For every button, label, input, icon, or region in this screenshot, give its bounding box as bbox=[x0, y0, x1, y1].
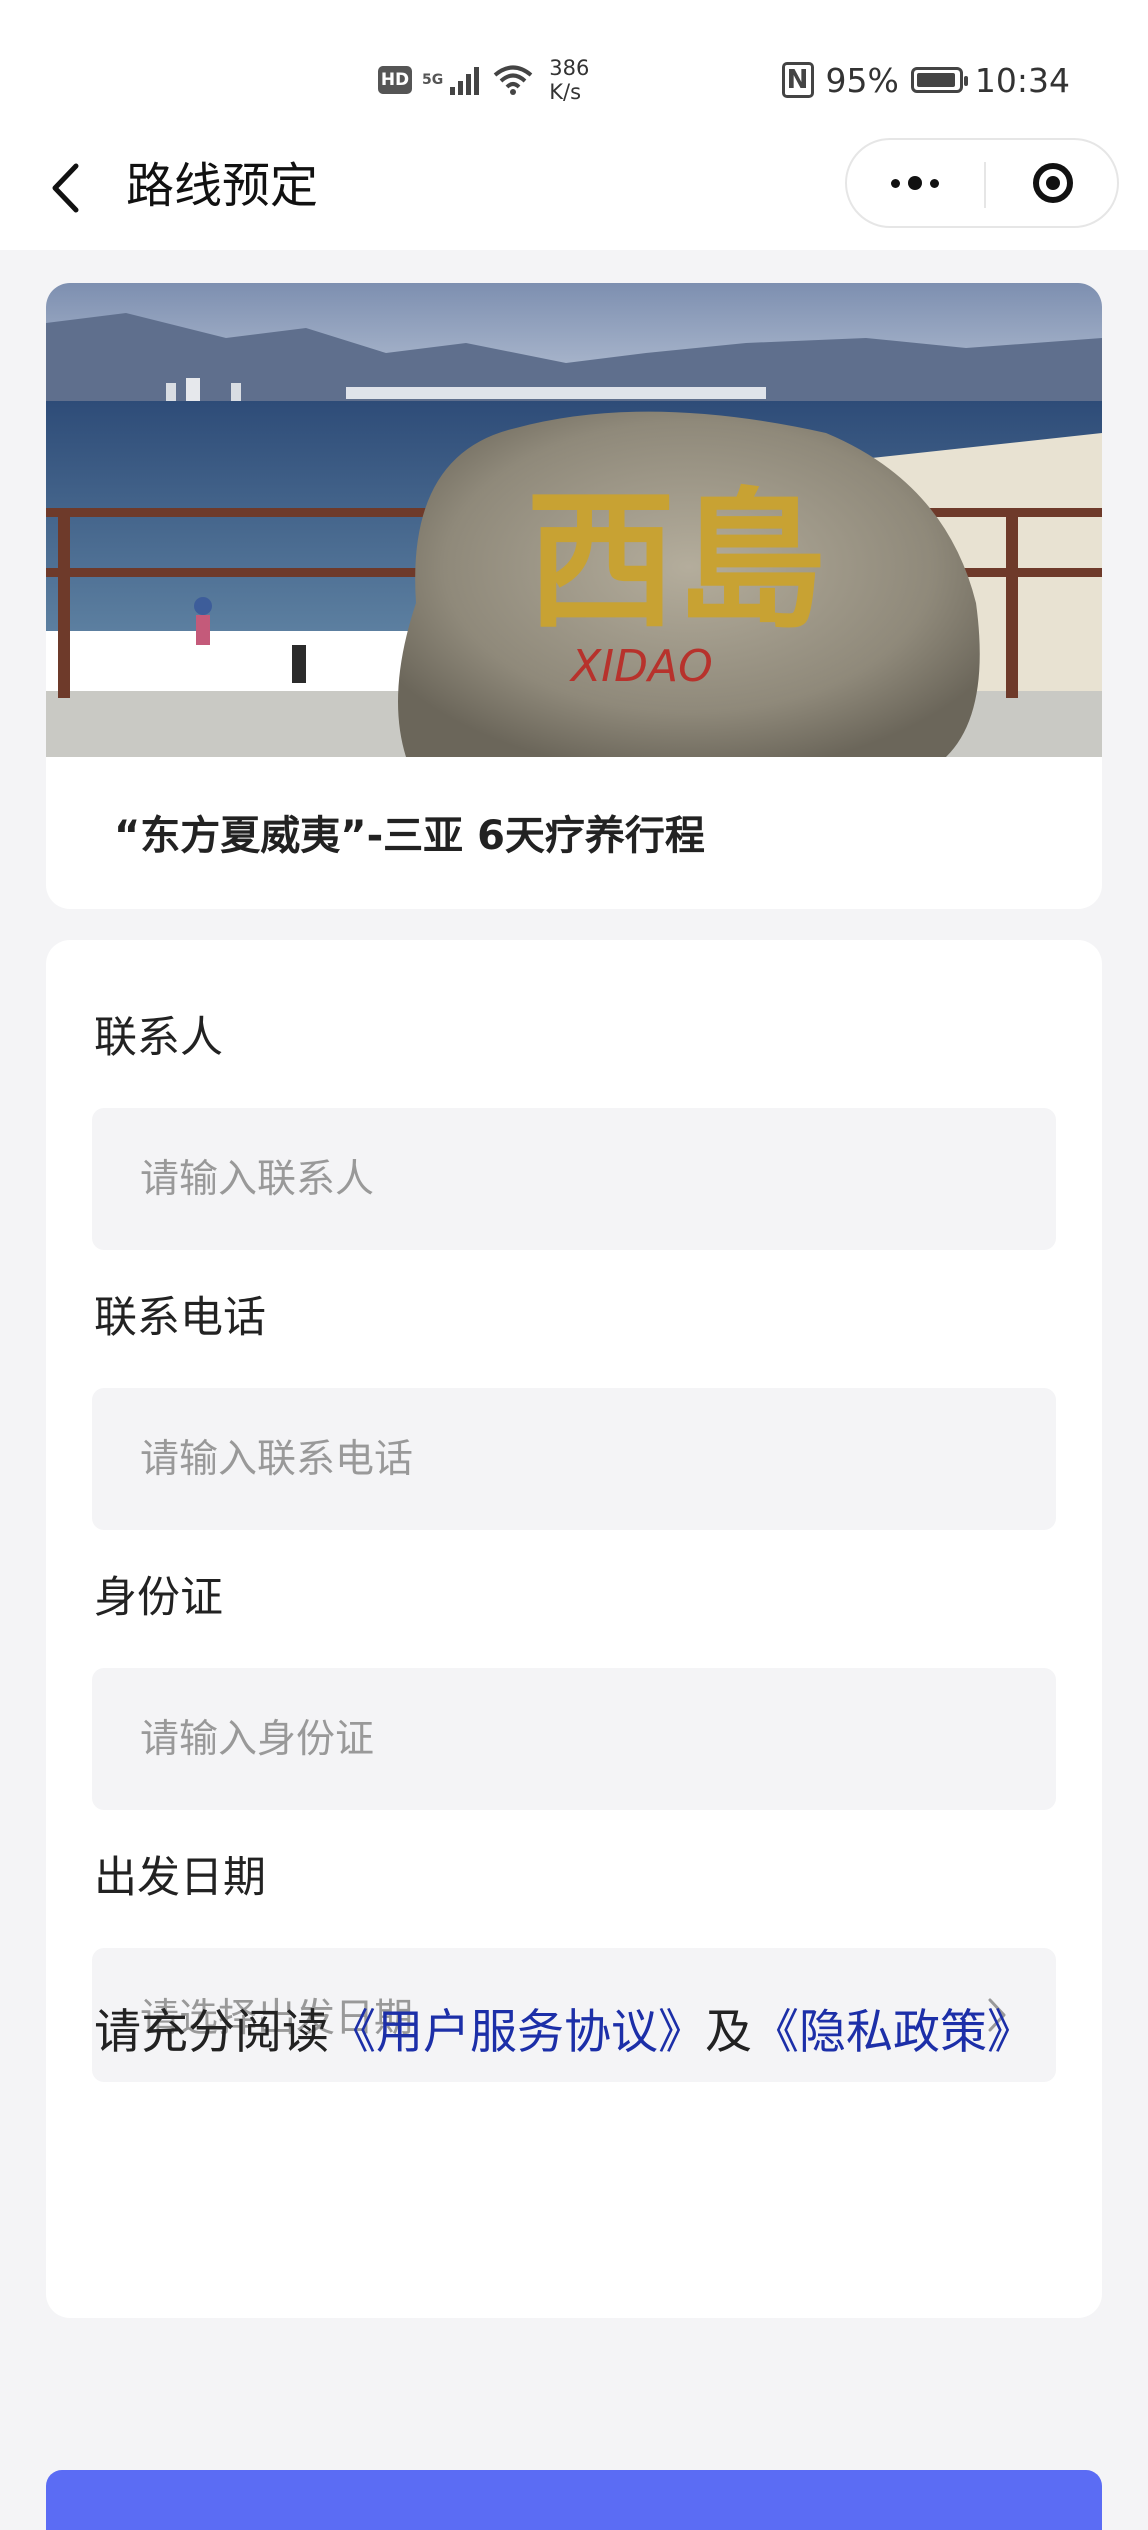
agreement-prefix: 请充分阅读 bbox=[94, 2005, 329, 2060]
more-dots-icon bbox=[891, 178, 900, 188]
nav-bar: 路线预定 bbox=[0, 138, 1148, 250]
mini-program-capsule bbox=[845, 138, 1119, 228]
target-circle-icon bbox=[1032, 163, 1073, 203]
more-button[interactable] bbox=[847, 140, 983, 226]
close-button[interactable] bbox=[986, 140, 1119, 226]
hd-badge: HD bbox=[378, 66, 412, 94]
network-type: 5G bbox=[422, 72, 444, 88]
phone-input[interactable] bbox=[92, 1388, 1056, 1530]
status-bar: HD 5G 386 K/s N 95% 10:34 bbox=[0, 0, 1148, 150]
contact-input[interactable] bbox=[92, 1108, 1056, 1250]
back-button[interactable] bbox=[40, 158, 90, 218]
route-title: “东方夏威夷”-三亚 6天疗养行程 bbox=[114, 813, 705, 859]
id-card-label: 身份证 bbox=[94, 1573, 223, 1623]
agreement-conjunction: 及 bbox=[705, 2005, 752, 2060]
network-speed: 386 K/s bbox=[549, 56, 590, 104]
user-service-agreement-link[interactable]: 《用户服务协议》 bbox=[329, 2005, 705, 2060]
battery-percent: 95% bbox=[825, 60, 899, 100]
route-image: 西島 XIDAO bbox=[46, 283, 1102, 757]
cellular-signal-icon bbox=[450, 67, 480, 95]
wifi-icon bbox=[493, 65, 533, 95]
battery-fill bbox=[916, 73, 955, 87]
submit-button[interactable] bbox=[46, 2470, 1102, 2530]
nfc-icon: N bbox=[781, 62, 814, 98]
agreement-notice: 请充分阅读《用户服务协议》及《隐私政策》 bbox=[94, 1998, 1054, 2068]
route-card[interactable]: 西島 XIDAO “东方夏威夷”-三亚 6天疗养行程 bbox=[46, 283, 1102, 909]
status-right: N 95% 10:34 bbox=[781, 52, 1070, 108]
status-left: HD 5G 386 K/s bbox=[378, 52, 589, 108]
privacy-policy-link[interactable]: 《隐私政策》 bbox=[752, 2005, 1034, 2060]
battery-icon bbox=[910, 67, 968, 93]
contact-label: 联系人 bbox=[94, 1013, 223, 1063]
booking-form: 联系人 联系电话 身份证 出发日期 请选择出发日期 请充分阅读《用户服务协议》及… bbox=[46, 940, 1102, 2318]
id-card-input[interactable] bbox=[92, 1668, 1056, 1810]
departure-date-label: 出发日期 bbox=[94, 1853, 266, 1903]
svg-text:西島: 西島 bbox=[526, 473, 826, 649]
clock: 10:34 bbox=[974, 60, 1070, 100]
phone-label: 联系电话 bbox=[94, 1293, 266, 1343]
svg-text:XIDAO: XIDAO bbox=[569, 641, 713, 692]
chevron-left-icon bbox=[52, 163, 79, 213]
page-title: 路线预定 bbox=[126, 158, 319, 214]
